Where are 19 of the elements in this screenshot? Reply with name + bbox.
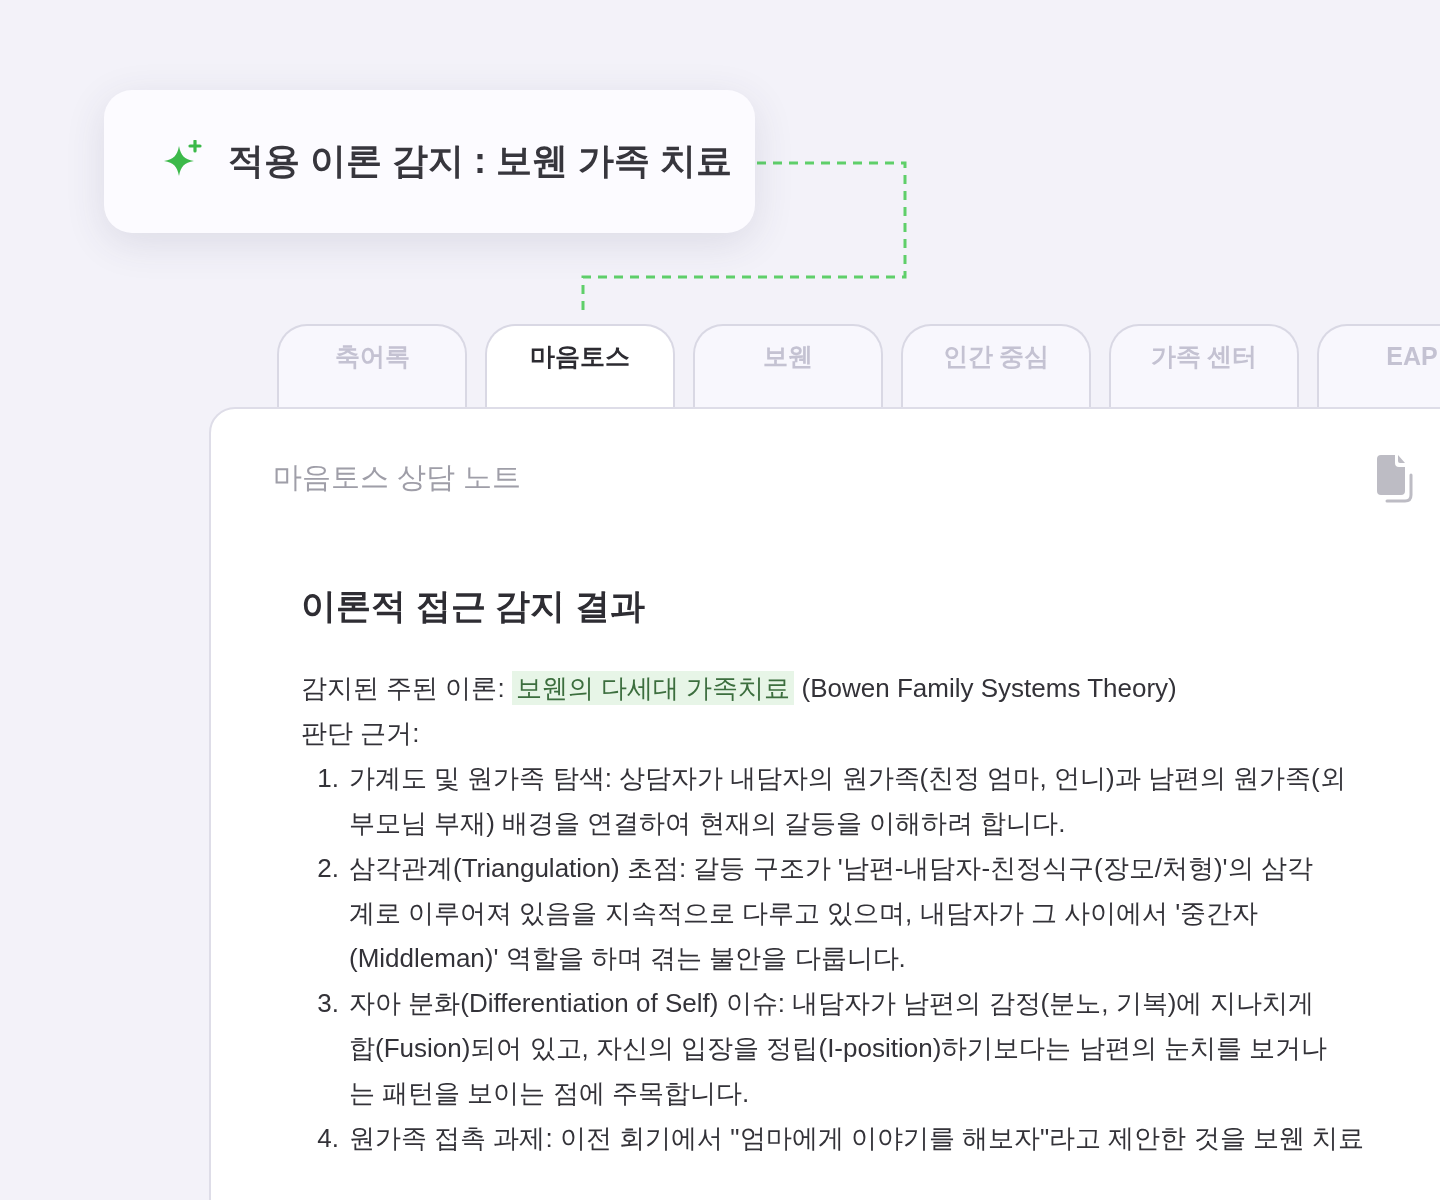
list-item-text: 합(Fusion)되어 있고, 자신의 입장을 정립(I-position)하기보다는 남편의 눈치를 보거나 <box>349 1032 1327 1065</box>
badge-title: 적용 이론 감지 : 보웬 가족 치료 <box>228 139 732 183</box>
list-item-text: 가계도 및 원가족 탐색: 상담자가 내담자의 원가족(친정 엄마, 언니)과 남편의 원가족(외 <box>349 762 1346 795</box>
list-number: 4. <box>316 1122 340 1155</box>
list-number: 3. <box>316 987 340 1020</box>
list-item-text: 부모님 부재) 배경을 연결하여 현재의 갈등을 이해하려 합니다. <box>349 807 1067 840</box>
tab[interactable]: 마음토스 <box>485 324 675 408</box>
list-item-text: 는 패턴을 보이는 점에 주목합니다. <box>349 1077 751 1110</box>
list-item-text: 자아 분화(Differentiation of Self) 이슈: 내담자가 남편의 감정(분노, 기복)에 지나치게 <box>349 987 1315 1020</box>
list-item-text: 원가족 접촉 과제: 이전 회기에서 "엄마에게 이야기를 해보자"라고 제안한 것을 보웬 치료 <box>349 1122 1365 1155</box>
note-title: 마음토스 상담 노트 <box>273 460 522 495</box>
detected-theory-text: 감지된 주된 이론: 보웬의 다세대 가족치료 (Bowen Family Systems Theory) <box>301 670 1178 707</box>
basis-label: 판단 근거: <box>301 717 421 750</box>
list-number: 2. <box>316 852 340 885</box>
list-number: 1. <box>316 762 340 795</box>
list-item-text: 계로 이루어져 있음을 지속적으로 다루고 있으며, 내담자가 그 사이에서 '중간자 <box>349 897 1260 930</box>
list-item-text: 삼각관계(Triangulation) 초점: 갈등 구조가 '남편-내담자-친정식구(장모/처형)'의 삼각 <box>349 852 1313 885</box>
section-heading: 이론적 접근 감지 결과 <box>301 585 647 627</box>
list-item-text: (Middleman)' 역할을 하며 겪는 불안을 다룹니다. <box>349 942 907 975</box>
